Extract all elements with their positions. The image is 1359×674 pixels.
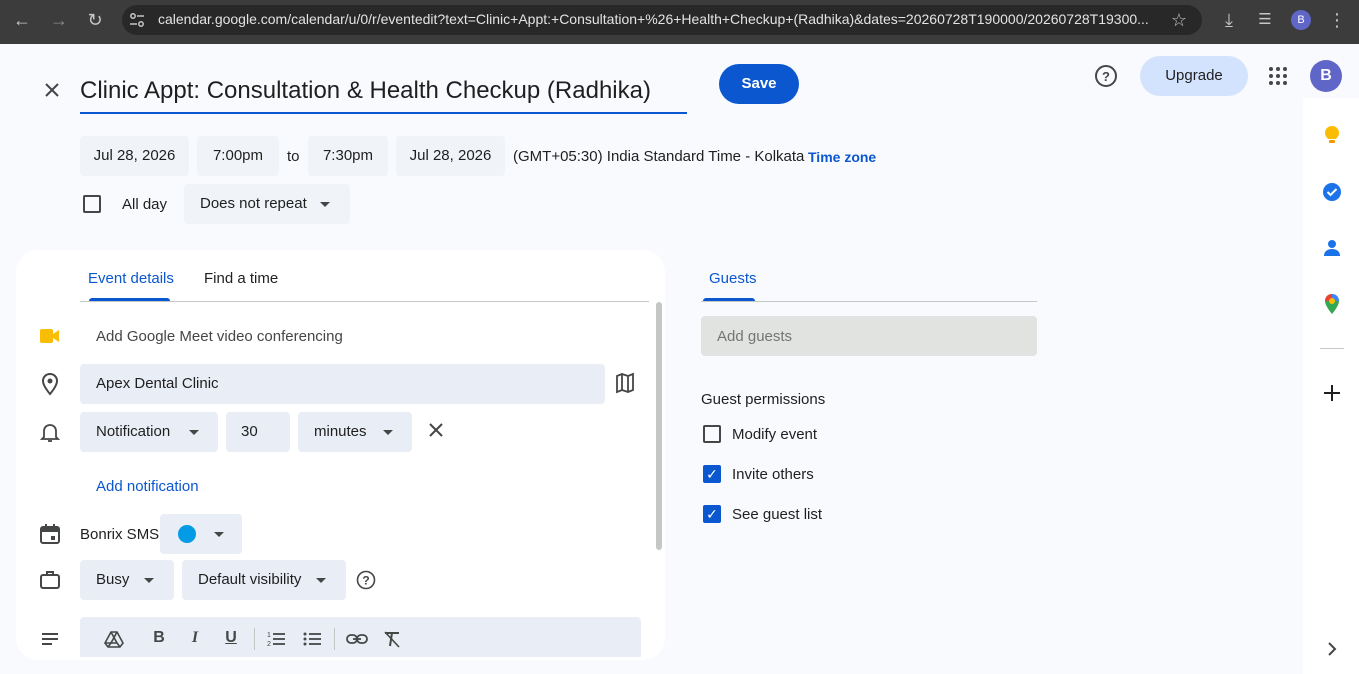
end-date-picker[interactable]: Jul 28, 2026 [396, 136, 505, 176]
side-panel-divider [1320, 348, 1344, 349]
invite-others-label: Invite others [732, 466, 814, 483]
add-google-meet-button[interactable]: Add Google Meet video conferencing [96, 328, 343, 345]
video-camera-icon [38, 324, 62, 348]
svg-text:2: 2 [267, 641, 271, 648]
tasks-icon[interactable] [1321, 181, 1343, 203]
help-icon[interactable]: ? [1094, 64, 1118, 88]
timezone-link[interactable]: Time zone [808, 149, 876, 165]
add-notification-button[interactable]: Add notification [96, 478, 199, 495]
to-label: to [287, 148, 300, 165]
guest-permissions-heading: Guest permissions [701, 391, 826, 408]
underline-icon[interactable]: U [222, 629, 240, 649]
map-icon[interactable] [613, 371, 637, 395]
italic-icon[interactable]: I [186, 629, 204, 649]
upgrade-button[interactable]: Upgrade [1140, 56, 1248, 96]
site-info-icon[interactable] [128, 11, 146, 29]
remove-formatting-icon[interactable] [382, 629, 402, 649]
media-control-icon[interactable]: ☰ [1253, 8, 1277, 32]
location-pin-icon [38, 372, 62, 396]
visibility-label: Default visibility [198, 571, 302, 588]
scrollbar-thumb[interactable] [656, 302, 662, 550]
visibility-help-icon[interactable]: ? [356, 570, 376, 590]
bold-icon[interactable]: B [150, 629, 168, 649]
chevron-down-icon [320, 202, 330, 207]
calendar-name: Bonrix SMS [80, 526, 160, 543]
close-icon[interactable] [40, 78, 64, 102]
save-button[interactable]: Save [719, 64, 799, 104]
chevron-right-icon[interactable] [1322, 639, 1342, 659]
guests-tabs-divider [701, 301, 1037, 302]
download-icon[interactable]: ⤓ [1217, 8, 1241, 32]
start-time-picker[interactable]: 7:00pm [197, 136, 279, 176]
browser-profile-avatar[interactable]: B [1291, 10, 1311, 30]
svg-text:?: ? [362, 574, 369, 588]
maps-icon[interactable] [1321, 293, 1343, 315]
repeat-dropdown-label: Does not repeat [200, 195, 307, 212]
url-text: calendar.google.com/calendar/u/0/r/event… [158, 11, 1149, 27]
chevron-down-icon [144, 578, 154, 583]
calendar-color-dropdown[interactable] [160, 514, 242, 554]
remove-notification-icon[interactable] [424, 418, 448, 442]
chevron-down-icon [214, 532, 224, 537]
visibility-dropdown[interactable]: Default visibility [182, 560, 346, 600]
back-icon[interactable]: ← [10, 8, 34, 32]
notification-unit-dropdown[interactable]: minutes [298, 412, 412, 452]
all-day-checkbox[interactable] [83, 195, 101, 213]
availability-dropdown[interactable]: Busy [80, 560, 174, 600]
availability-label: Busy [96, 571, 130, 588]
modify-event-label: Modify event [732, 426, 818, 443]
account-avatar[interactable]: B [1310, 60, 1342, 92]
event-title-input[interactable] [80, 70, 687, 114]
google-drive-icon[interactable] [104, 629, 124, 649]
bulleted-list-icon[interactable] [302, 629, 322, 649]
start-date-picker[interactable]: Jul 28, 2026 [80, 136, 189, 176]
browser-menu-icon[interactable]: ⋮ [1325, 8, 1349, 32]
svg-text:?: ? [1102, 69, 1110, 84]
reload-icon[interactable]: ↻ [83, 8, 107, 32]
chevron-down-icon [316, 578, 326, 583]
location-input[interactable]: Apex Dental Clinic [80, 364, 605, 404]
toolbar-divider [254, 628, 255, 650]
toolbar-divider [334, 628, 335, 650]
notification-unit-label: minutes [314, 423, 367, 440]
invite-others-checkbox[interactable]: ✓ [703, 465, 721, 483]
see-guest-list-label: See guest list [732, 506, 823, 523]
end-time-picker[interactable]: 7:30pm [308, 136, 388, 176]
description-icon [38, 627, 62, 651]
calendar-icon [38, 522, 62, 546]
briefcase-icon [38, 568, 62, 592]
all-day-label: All day [122, 196, 168, 213]
chevron-down-icon [189, 430, 199, 435]
notification-amount-input[interactable]: 30 [226, 412, 290, 452]
tabs-divider [80, 301, 649, 302]
forward-icon[interactable]: → [47, 8, 71, 32]
modify-event-checkbox[interactable] [703, 425, 721, 443]
calendar-color-swatch [178, 525, 196, 543]
timezone-text: (GMT+05:30) India Standard Time - Kolkat… [513, 148, 805, 165]
apps-grid-icon[interactable] [1268, 66, 1288, 86]
svg-text:1: 1 [267, 632, 271, 639]
numbered-list-icon[interactable]: 12 [266, 629, 286, 649]
link-icon[interactable] [346, 629, 368, 649]
tab-find-a-time[interactable]: Find a time [204, 270, 278, 287]
see-guest-list-checkbox[interactable]: ✓ [703, 505, 721, 523]
keep-icon[interactable] [1321, 124, 1343, 146]
contacts-icon[interactable] [1321, 237, 1343, 259]
bookmark-star-icon[interactable]: ☆ [1167, 8, 1191, 32]
chevron-down-icon [383, 430, 393, 435]
notification-type-label: Notification [96, 423, 171, 440]
notification-type-dropdown[interactable]: Notification [80, 412, 218, 452]
add-guests-input[interactable] [701, 316, 1037, 356]
add-addon-icon[interactable] [1321, 382, 1343, 404]
tab-guests[interactable]: Guests [709, 270, 757, 287]
tab-event-details[interactable]: Event details [88, 270, 174, 287]
bell-icon [38, 420, 62, 444]
repeat-dropdown[interactable]: Does not repeat [184, 184, 350, 224]
